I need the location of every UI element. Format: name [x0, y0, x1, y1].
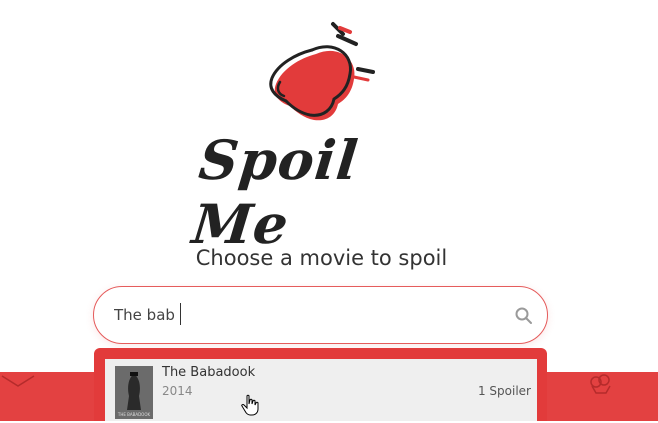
result-spoiler-count: 1 Spoiler [477, 384, 531, 398]
movie-poster: THE BABADOOK [115, 366, 153, 419]
result-title: The Babadook [162, 365, 256, 380]
text-caret [180, 303, 181, 325]
search-icon[interactable] [514, 306, 534, 326]
poster-caption: THE BABADOOK [117, 412, 151, 417]
hand-cursor-icon [241, 394, 259, 416]
decor-icon [1, 375, 35, 387]
result-year: 2014 [162, 384, 193, 398]
page-headline: Choose a movie to spoil [195, 246, 448, 270]
popcorn-icon [590, 374, 611, 394]
search-box[interactable] [93, 286, 548, 344]
result-item[interactable]: THE BABADOOK The Babadook 2014 1 Spoiler [105, 359, 537, 421]
search-input[interactable] [114, 304, 494, 326]
brand-title: Spoil Me [189, 128, 362, 256]
